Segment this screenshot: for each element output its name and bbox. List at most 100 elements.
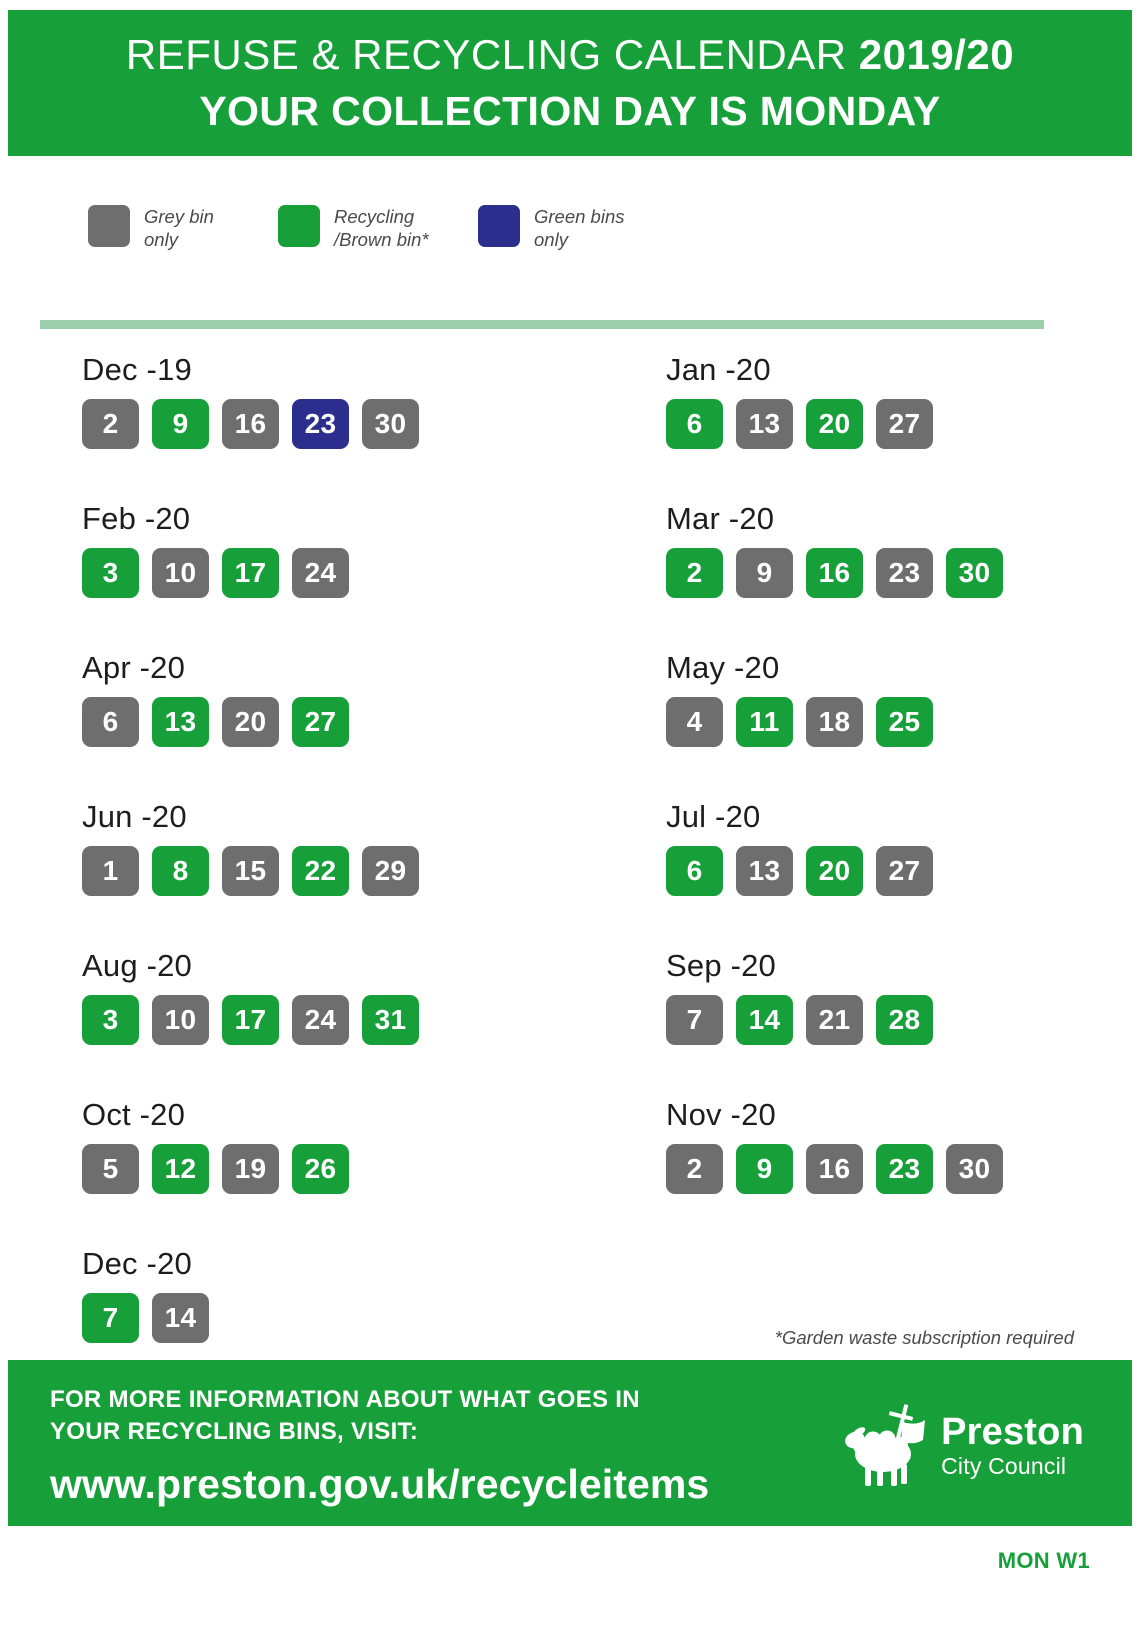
- collection-day-grey: 5: [82, 1144, 139, 1194]
- footnote: *Garden waste subscription required: [774, 1327, 1074, 1348]
- legend-label: Recycling /Brown bin*: [334, 206, 429, 250]
- month-row: Aug -20 3 10 17 24 31 Sep -20 7 14 21 28: [0, 948, 1140, 1097]
- footer-line-1: FOR MORE INFORMATION ABOUT WHAT GOES IN: [50, 1386, 640, 1413]
- month-block-jun-20: Jun -20 1 8 15 22 29: [0, 799, 570, 948]
- calendar-page: REFUSE & RECYCLING CALENDAR 2019/20 YOUR…: [0, 0, 1140, 1651]
- month-block-nov-20: Nov -20 2 9 16 23 30: [570, 1097, 1140, 1246]
- collection-day-green: 30: [946, 548, 1003, 598]
- collection-day-list: 2 9 16 23 30: [82, 399, 570, 449]
- round-code: MON W1: [997, 1548, 1090, 1573]
- month-block-oct-20: Oct -20 5 12 19 26: [0, 1097, 570, 1246]
- collection-day-green: 7: [82, 1293, 139, 1343]
- divider: [40, 320, 1044, 329]
- legend-swatch-grey-icon: [88, 205, 130, 247]
- calendar-grid: Dec -19 2 9 16 23 30 Jan -20 6 13 20 27 Feb -20 3 10 1…: [0, 352, 1140, 1366]
- month-name: Dec -19: [82, 352, 192, 387]
- collection-day-green: 25: [876, 697, 933, 747]
- collection-day-list: 1 8 15 22 29: [82, 846, 570, 896]
- month-name: Nov -20: [666, 1097, 776, 1132]
- footer-line-2: YOUR RECYCLING BINS, VISIT:: [50, 1418, 419, 1446]
- month-name: Apr -20: [82, 650, 186, 685]
- collection-day-green: 14: [736, 995, 793, 1045]
- collection-day-green: 9: [736, 1144, 793, 1194]
- collection-day-grey: 13: [736, 846, 793, 896]
- collection-day-grey: 13: [736, 399, 793, 449]
- collection-day-grey: 27: [876, 846, 933, 896]
- collection-day-blue: 23: [292, 399, 349, 449]
- month-block-sep-20: Sep -20 7 14 21 28: [570, 948, 1140, 1097]
- collection-day-list: 2 9 16 23 30: [666, 1144, 1140, 1194]
- collection-day-grey: 21: [806, 995, 863, 1045]
- collection-day-grey: 16: [222, 399, 279, 449]
- collection-day-list: 6 13 20 27: [666, 399, 1140, 449]
- collection-day-grey: 16: [806, 1144, 863, 1194]
- month-block-jul-20: Jul -20 6 13 20 27: [570, 799, 1140, 948]
- collection-day-green: 23: [876, 1144, 933, 1194]
- collection-day-green: 17: [222, 995, 279, 1045]
- month-name: Mar -20: [666, 501, 775, 536]
- collection-day-subtitle: YOUR COLLECTION DAY IS MONDAY: [199, 87, 941, 134]
- collection-day-grey: 20: [222, 697, 279, 747]
- collection-day-grey: 18: [806, 697, 863, 747]
- collection-day-green: 3: [82, 548, 139, 598]
- month-name: Jun -20: [82, 799, 187, 834]
- page-title-year: 2019/20: [858, 31, 1015, 79]
- month-name: Sep -20: [666, 948, 776, 983]
- page-title: REFUSE & RECYCLING CALENDAR 2019/20: [126, 33, 1014, 77]
- recycling-website-link[interactable]: www.preston.gov.uk/recycleitems: [50, 1461, 709, 1508]
- collection-day-green: 28: [876, 995, 933, 1045]
- footer-text-block: FOR MORE INFORMATION ABOUT WHAT GOES IN …: [50, 1384, 709, 1508]
- month-name: Aug -20: [82, 948, 192, 983]
- logo-name: Preston: [941, 1410, 1084, 1453]
- collection-day-list: 6 13 20 27: [666, 846, 1140, 896]
- collection-day-grey: 14: [152, 1293, 209, 1343]
- month-block-mar-20: Mar -20 2 9 16 23 30: [570, 501, 1140, 650]
- month-name: Oct -20: [82, 1097, 186, 1132]
- collection-day-list: 4 11 18 25: [666, 697, 1140, 747]
- month-row: Oct -20 5 12 19 26 Nov -20 2 9 16 23 30: [0, 1097, 1140, 1246]
- footer-banner: FOR MORE INFORMATION ABOUT WHAT GOES IN …: [8, 1360, 1132, 1526]
- collection-day-list: 3 10 17 24: [82, 548, 570, 598]
- legend-swatch-green-icon: [278, 205, 320, 247]
- month-block-may-20: May -20 4 11 18 25: [570, 650, 1140, 799]
- month-block-dec-19: Dec -19 2 9 16 23 30: [0, 352, 570, 501]
- logo-subtitle: City Council: [941, 1452, 1067, 1479]
- collection-day-grey: 30: [362, 399, 419, 449]
- month-row: Apr -20 6 13 20 27 May -20 4 11 18 25: [0, 650, 1140, 799]
- month-name: Feb -20: [82, 501, 191, 536]
- legend-item-blue: Green bins only: [478, 205, 625, 252]
- logo-wordmark: Preston City Council: [941, 1413, 1084, 1478]
- collection-day-green: 12: [152, 1144, 209, 1194]
- collection-day-list: 7 14 21 28: [666, 995, 1140, 1045]
- collection-day-grey: 2: [666, 1144, 723, 1194]
- paschal-lamb-icon: [837, 1402, 931, 1488]
- collection-day-list: 2 9 16 23 30: [666, 548, 1140, 598]
- collection-day-list: 5 12 19 26: [82, 1144, 570, 1194]
- collection-day-list: 6 13 20 27: [82, 697, 570, 747]
- collection-day-list: 7 14: [82, 1293, 570, 1343]
- collection-day-grey: 15: [222, 846, 279, 896]
- collection-day-green: 27: [292, 697, 349, 747]
- collection-day-list: 3 10 17 24 31: [82, 995, 570, 1045]
- month-row: Jun -20 1 8 15 22 29 Jul -20 6 13 20 27: [0, 799, 1140, 948]
- preston-city-council-logo: Preston City Council: [837, 1402, 1084, 1488]
- collection-day-grey: 7: [666, 995, 723, 1045]
- month-row: Dec -19 2 9 16 23 30 Jan -20 6 13 20 27: [0, 352, 1140, 501]
- collection-day-grey: 9: [736, 548, 793, 598]
- collection-day-green: 22: [292, 846, 349, 896]
- collection-day-green: 8: [152, 846, 209, 896]
- collection-day-green: 6: [666, 846, 723, 896]
- collection-day-grey: 24: [292, 548, 349, 598]
- legend-label: Green bins only: [534, 206, 625, 250]
- collection-day-green: 2: [666, 548, 723, 598]
- collection-day-green: 6: [666, 399, 723, 449]
- month-name: Dec -20: [82, 1246, 192, 1281]
- collection-day-grey: 23: [876, 548, 933, 598]
- collection-day-green: 13: [152, 697, 209, 747]
- collection-day-grey: 30: [946, 1144, 1003, 1194]
- legend-swatch-blue-icon: [478, 205, 520, 247]
- collection-day-grey: 29: [362, 846, 419, 896]
- legend-item-green: Recycling /Brown bin*: [278, 205, 478, 252]
- page-title-main: REFUSE & RECYCLING CALENDAR: [125, 31, 847, 79]
- month-name: Jan -20: [666, 352, 771, 387]
